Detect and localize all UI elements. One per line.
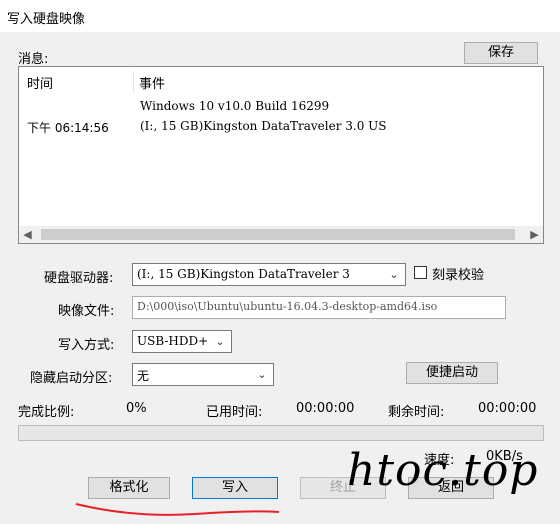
chevron-down-icon: ⌄ xyxy=(257,368,267,381)
write-button[interactable]: 写入 xyxy=(192,477,278,499)
complete-ratio-label: 完成比例: xyxy=(18,405,75,420)
window-title: 写入硬盘映像 xyxy=(7,12,86,27)
watermark: htoc.top xyxy=(347,445,539,496)
drive-label: 硬盘驱动器: xyxy=(44,271,114,286)
list-item: Windows 10 v10.0 Build 16299 xyxy=(19,99,539,117)
chevron-down-icon: ⌄ xyxy=(215,335,225,348)
write-method-value: USB-HDD+ xyxy=(137,334,209,348)
quick-boot-button[interactable]: 便捷启动 xyxy=(406,362,498,384)
row-event: (I:, 15 GB)Kingston DataTraveler 3.0 US xyxy=(140,119,387,133)
hidden-partition-value: 无 xyxy=(137,369,150,383)
complete-ratio-value: 0% xyxy=(126,401,147,416)
row-time: 下午 06:14:56 xyxy=(27,121,109,135)
hidden-partition-select[interactable]: 无 ⌄ xyxy=(132,363,274,386)
column-header-event[interactable]: 事件 xyxy=(139,73,165,92)
progress-bar xyxy=(18,425,544,441)
horizontal-scrollbar[interactable]: ◀ ▶ xyxy=(19,226,543,243)
messages-label: 消息: xyxy=(18,52,49,67)
red-underline-annotation xyxy=(75,503,280,516)
write-method-select[interactable]: USB-HDD+ ⌄ xyxy=(132,330,232,353)
row-event: Windows 10 v10.0 Build 16299 xyxy=(140,99,330,113)
hidden-partition-label: 隐藏启动分区: xyxy=(30,371,113,386)
title-bar: 写入硬盘映像 xyxy=(0,0,560,32)
elapsed-time-value: 00:00:00 xyxy=(296,401,355,416)
write-method-label: 写入方式: xyxy=(58,338,115,353)
column-divider xyxy=(133,71,134,93)
elapsed-time-label: 已用时间: xyxy=(206,405,263,420)
scrollbar-thumb[interactable] xyxy=(41,229,515,240)
image-file-field[interactable] xyxy=(132,296,509,319)
verify-label: 刻录校验 xyxy=(432,268,485,283)
scroll-left-icon[interactable]: ◀ xyxy=(19,226,36,243)
drive-value: (I:, 15 GB)Kingston DataTraveler 3 xyxy=(137,267,350,281)
remaining-time-value: 00:00:00 xyxy=(478,401,537,416)
save-button[interactable]: 保存 xyxy=(464,42,538,64)
chevron-down-icon: ⌄ xyxy=(389,268,399,281)
image-file-label: 映像文件: xyxy=(58,304,115,319)
column-header-time[interactable]: 时间 xyxy=(27,73,53,92)
format-button[interactable]: 格式化 xyxy=(88,477,170,499)
scroll-right-icon[interactable]: ▶ xyxy=(526,226,543,243)
drive-select[interactable]: (I:, 15 GB)Kingston DataTraveler 3 ⌄ xyxy=(132,263,406,286)
image-file-input[interactable] xyxy=(135,299,509,314)
message-list[interactable]: 时间 事件 Windows 10 v10.0 Build 16299 下午 06… xyxy=(18,66,544,244)
list-item: 下午 06:14:56 (I:, 15 GB)Kingston DataTrav… xyxy=(19,119,539,137)
remaining-time-label: 剩余时间: xyxy=(388,405,445,420)
verify-checkbox[interactable] xyxy=(414,266,427,279)
